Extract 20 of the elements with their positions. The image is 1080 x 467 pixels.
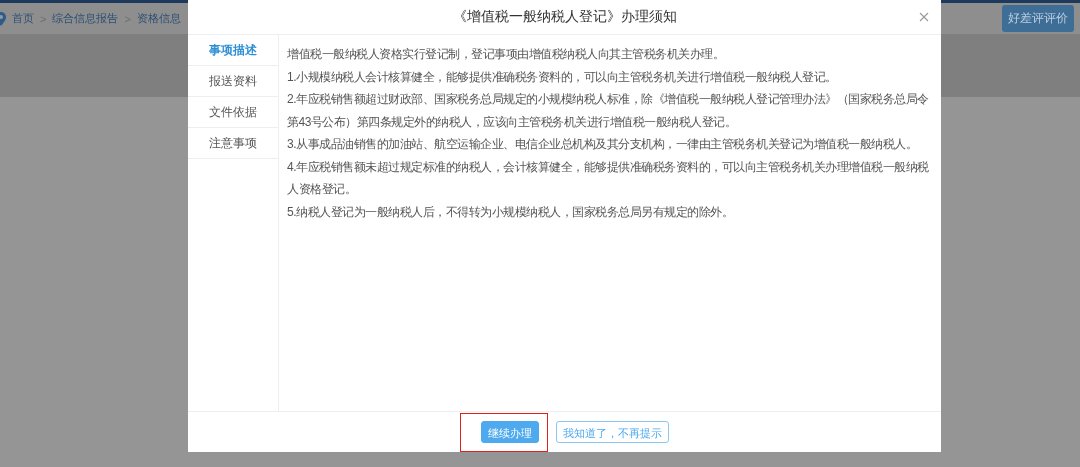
side-tab[interactable]: 文件依据 <box>188 97 278 128</box>
breadcrumb-separator: > <box>40 12 47 25</box>
side-tab[interactable]: 事项描述 <box>188 35 278 66</box>
breadcrumb-link[interactable]: 综合信息报告 <box>52 11 119 26</box>
dismiss-button[interactable]: 我知道了，不再提示 <box>556 421 669 443</box>
breadcrumb-link[interactable]: 资格信息 <box>136 11 181 26</box>
paragraph: 5.纳税人登记为一般纳税人后，不得转为小规模纳税人，国家税务总局另有规定的除外。 <box>287 203 734 221</box>
paragraph: 增值税一般纳税人资格实行登记制，登记事项由增值税纳税人向其主管税务机关办理。 <box>287 46 725 63</box>
paragraph: 3.从事成品油销售的加油站、航空运输企业、电信企业总机构及其分支机构，一律由主管税务机关登记为增值税一般纳税人。 <box>287 136 918 153</box>
continue-button[interactable]: 继续办理 <box>481 420 539 443</box>
paragraph: 2.年应税销售额超过财政部、国家税务总局规定的小规模纳税人标准，除《增值税一般纳税人登记管理办法》（国家税务总局令第43号公布）第四条规定外的纳税人，应该向主管税务机关进行增值税一般纳税人登记。 <box>287 91 930 131</box>
close-icon[interactable] <box>919 12 929 22</box>
paragraph: 1.小规模纳税人会计核算健全，能够提供准确税务资料的，可以向主管税务机关进行增值税一般纳税人登记。 <box>287 68 838 86</box>
dialog-title: 《增值税一般纳税人登记》办理须知 <box>452 8 677 26</box>
breadcrumb-separator: > <box>124 12 131 25</box>
side-tab[interactable]: 注意事项 <box>188 128 278 159</box>
rating-button[interactable]: 好差评评价 <box>1002 5 1074 32</box>
breadcrumb-link[interactable]: 首页 <box>12 11 34 26</box>
paragraph: 4.年应税销售额未超过规定标准的纳税人，会计核算健全，能够提供准确税务资料的，可以向主管税务机关办理增值税一般纳税人资格登记。 <box>287 158 930 198</box>
side-tab[interactable]: 报送资料 <box>188 66 278 97</box>
